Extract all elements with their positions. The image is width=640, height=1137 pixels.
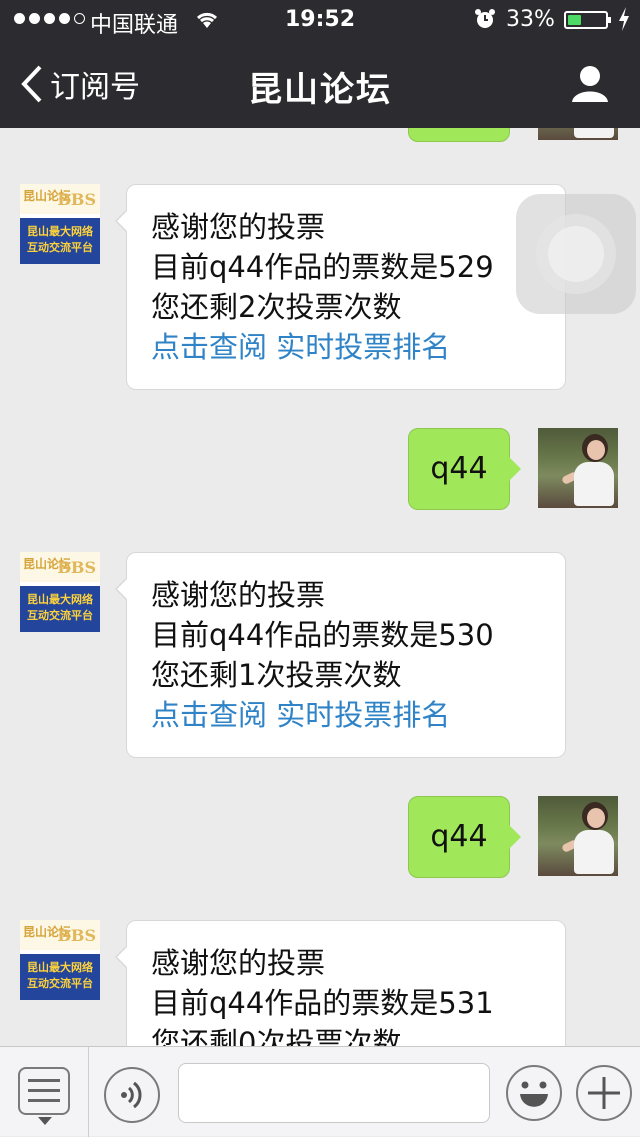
ranking-link[interactable]: 实时投票排名 <box>276 698 450 732</box>
emoji-icon <box>520 1081 548 1107</box>
divider <box>88 1047 89 1137</box>
outgoing-message-bubble[interactable]: q44 <box>408 428 521 510</box>
menu-toggle-button[interactable] <box>18 1067 70 1125</box>
charging-bolt-icon <box>617 6 631 38</box>
outgoing-bubble-partial[interactable] <box>408 128 510 142</box>
chevron-down-icon <box>38 1117 52 1125</box>
official-account-avatar[interactable]: 昆山论坛 BBS 昆山最大网络 互动交流平台 <box>20 184 100 264</box>
incoming-message-bubble[interactable]: 感谢您的投票 目前q44作品的票数是530 您还剩1次投票次数 点击查阅 实时投… <box>115 552 566 758</box>
message-line: 目前q44作品的票数是531 <box>151 986 494 1020</box>
profile-button[interactable] <box>570 64 610 108</box>
message-line: 感谢您的投票 <box>151 946 326 980</box>
navigation-bar: 订阅号 昆山论坛 <box>0 40 640 128</box>
status-bar: 中国联通 19:52 33% <box>0 0 640 40</box>
more-options-button[interactable] <box>576 1065 632 1121</box>
message-input[interactable] <box>178 1063 490 1123</box>
message-line: 您还剩0次投票次数 <box>151 1026 402 1046</box>
official-account-avatar[interactable]: 昆山论坛 BBS 昆山最大网络 互动交流平台 <box>20 552 100 632</box>
view-link[interactable]: 点击查阅 <box>151 330 267 364</box>
alarm-icon <box>474 8 496 36</box>
outgoing-message-bubble[interactable]: q44 <box>408 796 521 878</box>
ranking-link[interactable]: 实时投票排名 <box>276 330 450 364</box>
chat-input-bar <box>0 1046 640 1137</box>
message-line: 您还剩2次投票次数 <box>151 290 402 324</box>
battery-icon <box>564 11 611 29</box>
assistive-touch-button[interactable] <box>516 194 636 314</box>
battery-percent: 33% <box>506 7 555 32</box>
voice-button[interactable] <box>104 1067 160 1123</box>
page-title: 昆山论坛 <box>248 70 392 110</box>
emoji-button[interactable] <box>506 1065 562 1121</box>
official-account-avatar[interactable]: 昆山论坛 BBS 昆山最大网络 互动交流平台 <box>20 920 100 1000</box>
message-line: 目前q44作品的票数是530 <box>151 618 494 652</box>
person-icon <box>572 66 608 102</box>
view-link[interactable]: 点击查阅 <box>151 698 267 732</box>
voice-icon <box>121 1081 142 1109</box>
message-line: 感谢您的投票 <box>151 210 326 244</box>
incoming-message-bubble[interactable]: 感谢您的投票 目前q44作品的票数是529 您还剩2次投票次数 点击查阅 实时投… <box>115 184 566 390</box>
incoming-message-bubble[interactable]: 感谢您的投票 目前q44作品的票数是531 您还剩0次投票次数 <box>115 920 566 1046</box>
user-avatar[interactable] <box>538 128 618 140</box>
message-line: 感谢您的投票 <box>151 578 326 612</box>
plus-icon <box>588 1077 620 1109</box>
message-line: 目前q44作品的票数是529 <box>151 250 494 284</box>
message-line: 您还剩1次投票次数 <box>151 658 402 692</box>
user-avatar[interactable] <box>538 428 618 508</box>
user-avatar[interactable] <box>538 796 618 876</box>
